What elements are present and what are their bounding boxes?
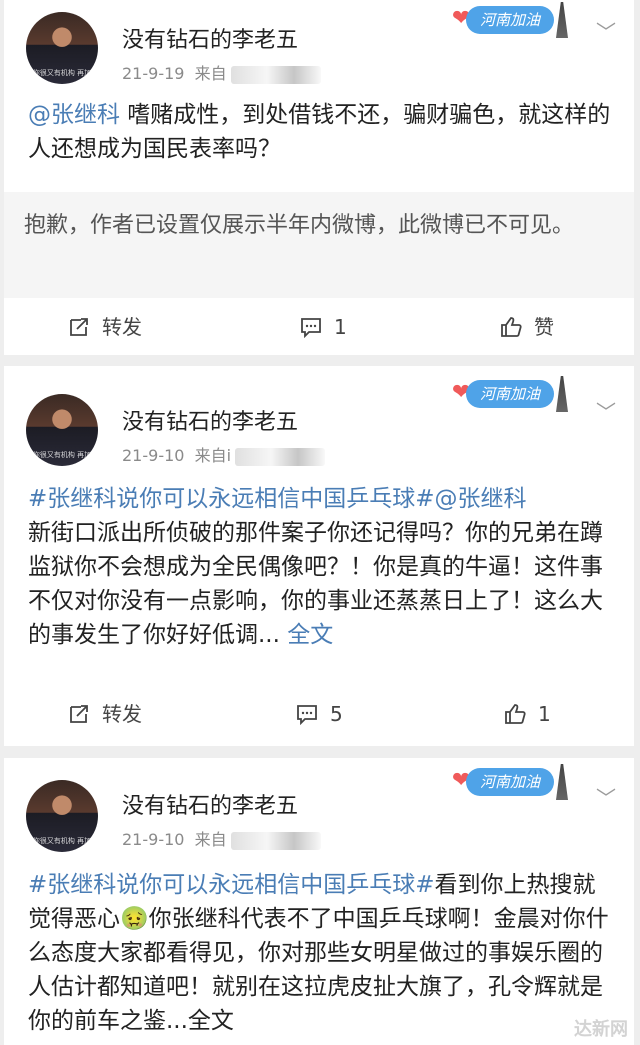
blurred-source — [230, 831, 321, 850]
hashtag-link[interactable]: #张继科说你可以永远相信中国乒乓球# — [28, 486, 435, 512]
badge-label: 河南加油 — [466, 768, 554, 796]
avatar[interactable]: 你很又有机构 再加 — [26, 780, 98, 852]
post-source: 来自 — [194, 830, 227, 849]
post-card-1: 你很又有机构 再加 没有钻石的李老五 21-9-19 来自 ❤ 河南加油 ﹀ @… — [4, 0, 634, 355]
comment-button[interactable]: 5 — [296, 694, 343, 734]
comment-button[interactable]: 1 — [300, 307, 347, 347]
chevron-down-icon[interactable]: ﹀ — [596, 396, 616, 425]
post-source: 来自 — [194, 64, 227, 83]
post-date: 21-9-10 — [122, 446, 185, 465]
tower-icon — [556, 764, 568, 800]
post-date: 21-9-10 — [122, 830, 185, 849]
post-source: 来自i — [194, 446, 232, 465]
badge-label: 河南加油 — [466, 380, 554, 408]
tower-icon — [556, 2, 568, 38]
comment-count: 1 — [334, 315, 347, 339]
like-count: 1 — [538, 702, 551, 726]
avatar-caption: 你很又有机构 再加 — [32, 837, 92, 845]
chevron-down-icon[interactable]: ﹀ — [596, 782, 616, 811]
henan-badge: ❤ 河南加油 — [452, 2, 572, 38]
post-meta: 21-9-19 来自 — [122, 60, 321, 84]
post-meta: 21-9-10 来自i — [122, 442, 326, 466]
repost-icon — [70, 318, 88, 336]
thumbs-up-icon — [505, 704, 526, 724]
blurred-source — [235, 447, 326, 466]
avatar[interactable]: 你很又有机构 再加 — [26, 394, 98, 466]
comment-icon — [297, 705, 317, 725]
avatar-caption: 你很又有机构 再加 — [32, 451, 92, 459]
post-content: @张继科 嗜赌成性，到处借钱不还，骗财骗色，就这样的人还想成为国民表率吗？ — [28, 98, 612, 166]
avatar[interactable]: 你很又有机构 再加 — [26, 12, 98, 84]
post-content: #张继科说你可以永远相信中国乒乓球#看到你上热搜就觉得恶心🤢你张继科代表不了中国… — [28, 868, 612, 1038]
hidden-notice: 抱歉，作者已设置仅展示半年内微博，此微博已不可见。 — [4, 192, 634, 298]
repost-button[interactable]: 转发 — [68, 307, 142, 347]
repost-icon — [70, 705, 88, 723]
like-button[interactable]: 1 — [504, 694, 551, 734]
username[interactable]: 没有钻石的李老五 — [122, 404, 298, 436]
henan-badge: ❤ 河南加油 — [452, 376, 572, 412]
comment-icon — [301, 318, 321, 338]
chevron-down-icon[interactable]: ﹀ — [596, 16, 616, 45]
like-button[interactable]: 赞 — [500, 307, 554, 347]
notice-text: 抱歉，作者已设置仅展示半年内微博，此微博已不可见。 — [24, 213, 575, 238]
post-card-3: 你很又有机构 再加 没有钻石的李老五 21-9-10 来自 ❤ 河南加油 ﹀ #… — [4, 758, 634, 1045]
mention-link[interactable]: @张继科 — [28, 102, 120, 128]
post-meta: 21-9-10 来自 — [122, 826, 321, 850]
repost-button[interactable]: 转发 — [68, 694, 142, 734]
thumbs-up-icon — [501, 317, 522, 337]
full-text-link[interactable]: 全文 — [280, 622, 333, 648]
henan-badge: ❤ 河南加油 — [452, 764, 572, 800]
repost-label: 转发 — [102, 702, 142, 726]
badge-label: 河南加油 — [466, 6, 554, 34]
action-bar: 转发 1 赞 — [4, 307, 634, 347]
watermark: 达新网 — [574, 1019, 628, 1040]
post-card-2: 你很又有机构 再加 没有钻石的李老五 21-9-10 来自i ❤ 河南加油 ﹀ … — [4, 366, 634, 746]
username[interactable]: 没有钻石的李老五 — [122, 788, 298, 820]
post-content: #张继科说你可以永远相信中国乒乓球#@张继科 新街口派出所侦破的那件案子你还记得… — [28, 482, 612, 652]
avatar-caption: 你很又有机构 再加 — [32, 69, 92, 77]
tower-icon — [556, 376, 568, 412]
blurred-source — [230, 65, 321, 84]
like-label: 赞 — [534, 315, 554, 339]
repost-label: 转发 — [102, 315, 142, 339]
action-bar: 转发 5 1 — [4, 694, 634, 734]
hashtag-link[interactable]: #张继科说你可以永远相信中国乒乓球# — [28, 872, 435, 898]
post-date: 21-9-19 — [122, 64, 185, 83]
mention-link[interactable]: @张继科 — [435, 486, 527, 512]
comment-count: 5 — [330, 702, 343, 726]
username[interactable]: 没有钻石的李老五 — [122, 22, 298, 54]
